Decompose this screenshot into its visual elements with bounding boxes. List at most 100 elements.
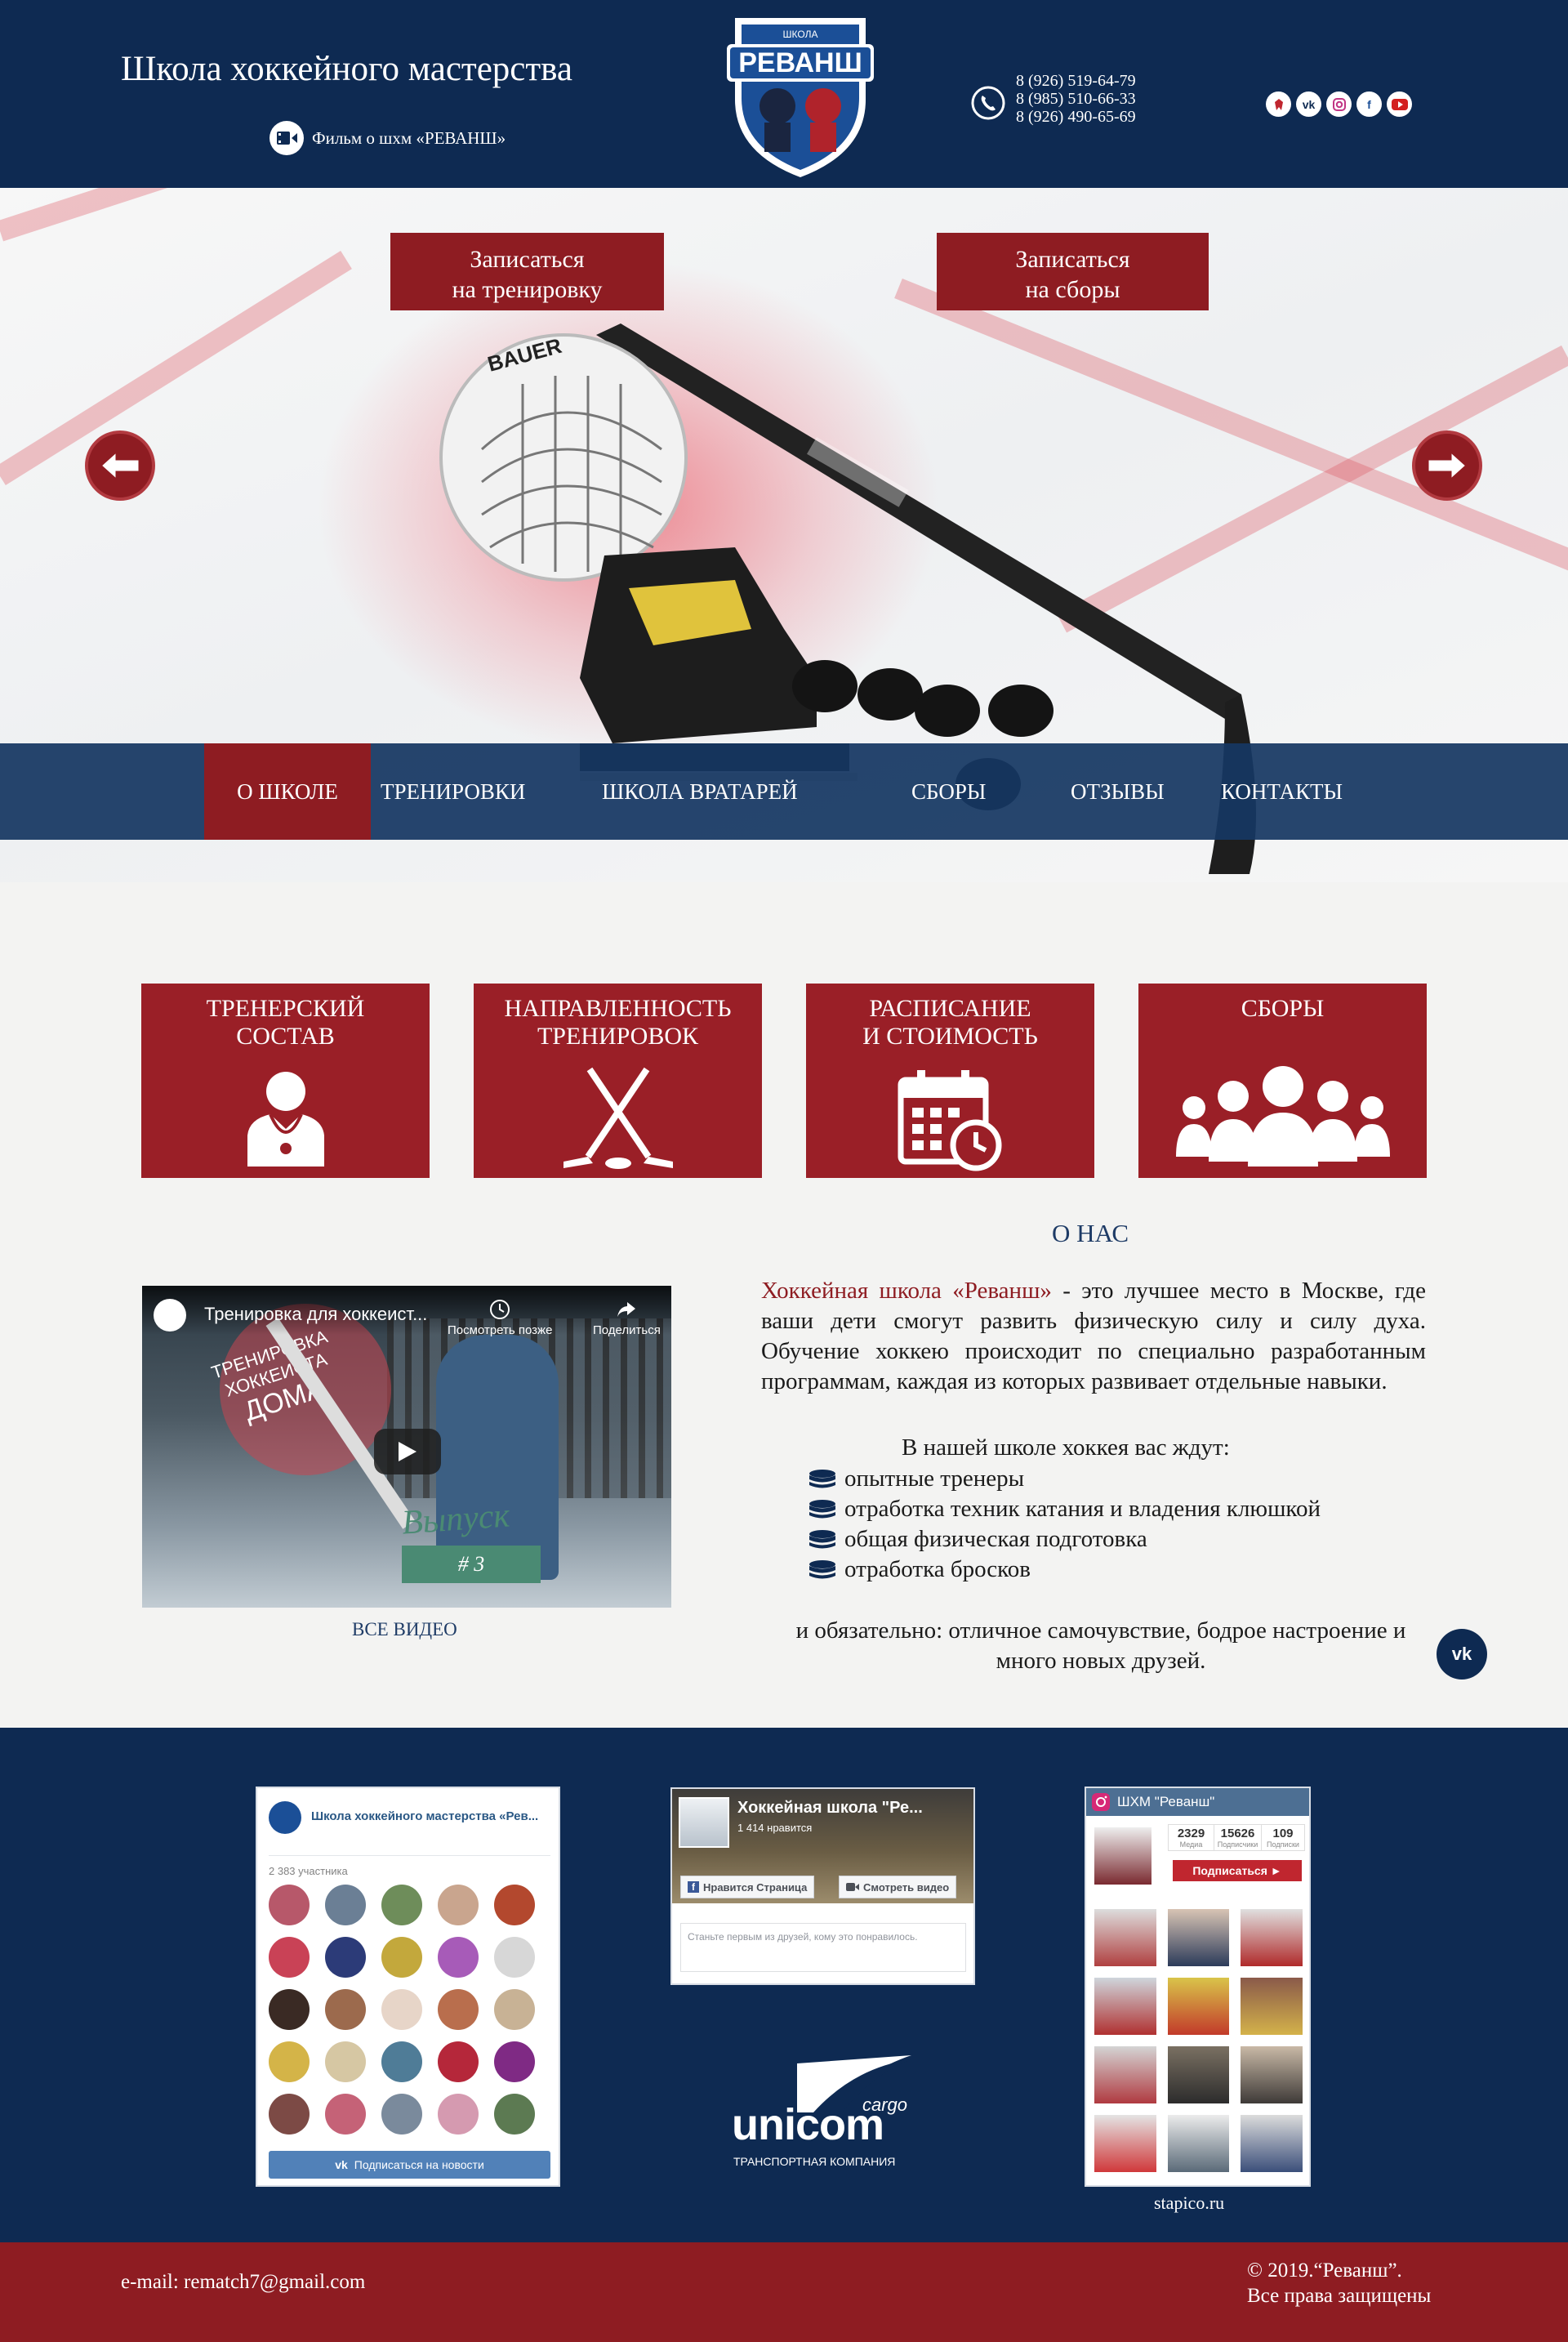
member-avatar[interactable] bbox=[438, 1885, 479, 1925]
facebook-page-widget[interactable]: Хоккейная школа "Ре... 1 414 нравится fН… bbox=[670, 1787, 975, 1985]
fb-like-page-button[interactable]: f Нравится Страница bbox=[680, 1876, 815, 1898]
arrow-left-icon bbox=[98, 448, 141, 484]
youtube-icon[interactable] bbox=[1387, 91, 1412, 117]
phone-number[interactable]: 8 (985) 510-66-33 bbox=[1016, 90, 1136, 108]
member-avatar[interactable] bbox=[494, 1989, 535, 2030]
vk-community-widget[interactable]: Школа хоккейного мастерства «Рев... 2 38… bbox=[256, 1787, 560, 2187]
instagram-widget-credit[interactable]: stapico.ru bbox=[1154, 2193, 1224, 2214]
ig-photo[interactable] bbox=[1167, 2046, 1230, 2103]
member-avatar[interactable] bbox=[494, 2094, 535, 2135]
slider-prev-button[interactable] bbox=[85, 430, 155, 501]
video-title[interactable]: Тренировка для хоккеист... bbox=[204, 1304, 427, 1325]
facebook-icon[interactable]: f bbox=[1356, 91, 1382, 117]
ig-photo[interactable] bbox=[1241, 2046, 1303, 2103]
member-avatar[interactable] bbox=[438, 1937, 479, 1978]
phone-number[interactable]: 8 (926) 519-64-79 bbox=[1016, 72, 1136, 90]
member-avatar[interactable] bbox=[494, 2041, 535, 2082]
member-avatar[interactable] bbox=[269, 1937, 310, 1978]
ig-photo[interactable] bbox=[1241, 1909, 1303, 1966]
member-avatar[interactable] bbox=[438, 2041, 479, 2082]
vk-float-button[interactable]: vk bbox=[1437, 1629, 1487, 1680]
ig-photo[interactable] bbox=[1167, 1978, 1230, 2035]
member-avatar[interactable] bbox=[269, 2094, 310, 2135]
about-paragraph: Хоккейная школа «Реванш» - это лучшее ме… bbox=[761, 1276, 1426, 1397]
member-avatar-grid bbox=[269, 1885, 550, 2135]
community-title[interactable]: Школа хоккейного мастерства «Рев... bbox=[311, 1809, 538, 1823]
ig-photo[interactable] bbox=[1094, 1909, 1156, 1966]
ig-photo[interactable] bbox=[1094, 2115, 1156, 2172]
calendar-clock-icon bbox=[898, 1070, 1001, 1171]
tile-schedule-prices[interactable]: РАСПИСАНИЕ И СТОИМОСТЬ bbox=[806, 984, 1094, 1178]
tile-camps[interactable]: СБОРЫ bbox=[1138, 984, 1427, 1178]
tile-training-focus[interactable]: НАПРАВЛЕННОСТЬ ТРЕНИРОВОК bbox=[474, 984, 762, 1178]
member-avatar[interactable] bbox=[325, 1989, 366, 2030]
nav-item-camps[interactable]: СБОРЫ bbox=[911, 743, 986, 840]
member-avatar[interactable] bbox=[325, 1885, 366, 1925]
play-button[interactable] bbox=[374, 1429, 441, 1474]
film-link[interactable]: Фильм о шхм «РЕВАНШ» bbox=[270, 121, 506, 155]
member-avatar[interactable] bbox=[494, 1937, 535, 1978]
ig-photo[interactable] bbox=[1167, 1909, 1230, 1966]
nav-item-contacts[interactable]: КОНТАКТЫ bbox=[1221, 743, 1343, 840]
video-issue-label: Выпуск bbox=[400, 1497, 511, 1542]
fb-watch-video-button[interactable]: Смотреть видео bbox=[839, 1876, 957, 1898]
vk-icon[interactable]: vk bbox=[1296, 91, 1321, 117]
await-heading: В нашей школе хоккея вас ждут: bbox=[902, 1434, 1230, 1461]
member-avatar[interactable] bbox=[381, 1937, 422, 1978]
member-avatar[interactable] bbox=[381, 2094, 422, 2135]
member-avatar[interactable] bbox=[381, 2041, 422, 2082]
member-avatar[interactable] bbox=[438, 2094, 479, 2135]
ig-photo[interactable] bbox=[1094, 1978, 1156, 2035]
tile-coaches[interactable]: ТРЕНЕРСКИЙ СОСТАВ bbox=[141, 984, 430, 1178]
channel-avatar[interactable] bbox=[154, 1299, 186, 1332]
member-avatar[interactable] bbox=[325, 2094, 366, 2135]
watch-later-button[interactable]: Посмотреть позже bbox=[448, 1299, 552, 1337]
ig-avatar[interactable] bbox=[1094, 1827, 1152, 1885]
ig-photo[interactable] bbox=[1094, 2046, 1156, 2103]
signup-camps-button[interactable]: Записаться на сборы bbox=[937, 233, 1209, 310]
vk-subscribe-button[interactable]: vk Подписаться на новости bbox=[269, 2151, 550, 2179]
revansh-logo[interactable]: РЕВАНШ ШКОЛА bbox=[719, 10, 882, 181]
ig-subscribe-button[interactable]: Подписаться ► bbox=[1173, 1860, 1302, 1881]
member-avatar[interactable] bbox=[269, 2041, 310, 2082]
unicom-partner-logo[interactable]: unicom cargo ТРАНСПОРТНАЯ КОМПАНИЯ bbox=[732, 2055, 916, 2170]
telegram-icon[interactable] bbox=[1266, 91, 1291, 117]
member-avatar[interactable] bbox=[269, 1989, 310, 2030]
member-avatar[interactable] bbox=[381, 1885, 422, 1925]
member-avatar[interactable] bbox=[325, 1937, 366, 1978]
ig-photo[interactable] bbox=[1241, 2115, 1303, 2172]
phone-number[interactable]: 8 (926) 490-65-69 bbox=[1016, 108, 1136, 126]
database-icon bbox=[809, 1469, 835, 1488]
member-avatar[interactable] bbox=[269, 1885, 310, 1925]
fb-page-title[interactable]: Хоккейная школа "Ре... bbox=[737, 1799, 923, 1818]
nav-item-reviews[interactable]: ОТЗЫВЫ bbox=[1071, 743, 1165, 840]
ig-title[interactable]: ШХМ "Реванш" bbox=[1117, 1794, 1214, 1810]
ig-photo[interactable] bbox=[1167, 2115, 1230, 2172]
member-avatar[interactable] bbox=[438, 1989, 479, 2030]
tile-label: СБОРЫ bbox=[1241, 995, 1325, 1022]
all-videos-link[interactable]: ВСЕ ВИДЕО bbox=[352, 1619, 457, 1640]
share-button[interactable]: Поделиться bbox=[593, 1299, 661, 1337]
contact-email[interactable]: e-mail: rematch7@gmail.com bbox=[121, 2271, 365, 2294]
slider-next-button[interactable] bbox=[1412, 430, 1482, 501]
instagram-icon[interactable] bbox=[1326, 91, 1352, 117]
nav-item-goalkeeper-school[interactable]: ШКОЛА ВРАТАРЕЙ bbox=[602, 743, 798, 840]
nav-item-trainings[interactable]: ТРЕНИРОВКИ bbox=[381, 743, 525, 840]
cta-line: на сборы bbox=[1025, 276, 1120, 303]
signup-training-button[interactable]: Записаться на тренировку bbox=[390, 233, 664, 310]
partner-name: unicom bbox=[732, 2100, 884, 2149]
youtube-video-player[interactable]: ТРЕНИРОВКА ХОККЕИСТА ДОМА Тренировка для х… bbox=[142, 1286, 671, 1608]
arrow-right-icon bbox=[1426, 448, 1469, 484]
member-avatar[interactable] bbox=[325, 2041, 366, 2082]
instagram-widget[interactable]: ШХМ "Реванш" 2329 Медиа 15626 Подписчики 1… bbox=[1085, 1787, 1311, 2187]
school-name[interactable]: Хоккейная школа «Реванш» bbox=[761, 1278, 1052, 1304]
film-link-label: Фильм о шхм «РЕВАНШ» bbox=[312, 127, 506, 148]
member-avatar[interactable] bbox=[381, 1989, 422, 2030]
video-camera-icon bbox=[846, 1883, 859, 1891]
ig-photo[interactable] bbox=[1241, 1978, 1303, 2035]
clock-icon bbox=[490, 1300, 510, 1319]
nav-item-about[interactable]: О ШКОЛЕ bbox=[204, 743, 371, 840]
share-icon bbox=[617, 1302, 636, 1317]
member-count: 2 383 участника bbox=[269, 1865, 348, 1877]
member-avatar[interactable] bbox=[494, 1885, 535, 1925]
